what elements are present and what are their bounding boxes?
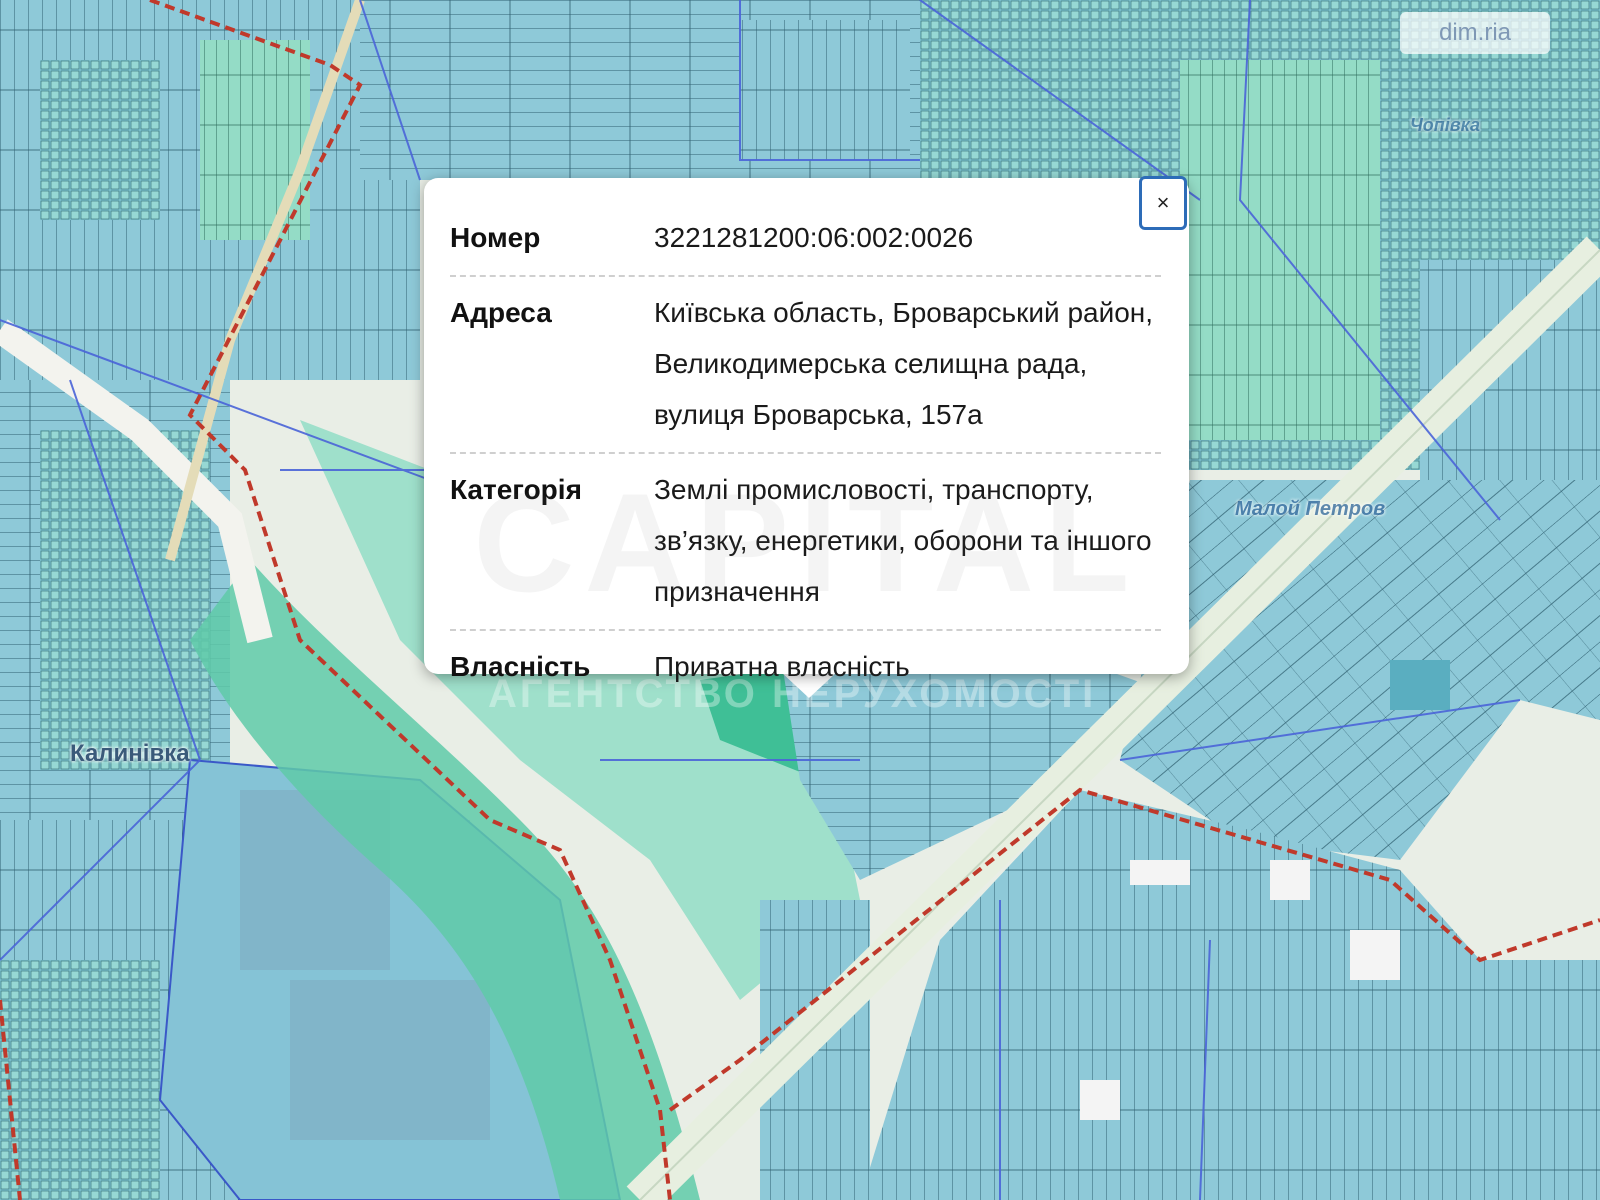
info-row-number: Номер 3221281200:06:002:0026 [450, 202, 1161, 277]
info-row-ownership: Власність Приватна власність [450, 631, 1161, 704]
parcel-info-popup: CAPITAL Номер 3221281200:06:002:0026 Адр… [424, 178, 1189, 682]
place-label-top-right: Чопівка [1410, 115, 1480, 135]
info-key-category: Категорія [450, 474, 582, 505]
info-key-ownership: Власність [450, 651, 591, 682]
info-row-address: Адреса Київська область, Броварський рай… [450, 277, 1161, 454]
info-value-ownership: Приватна власність [654, 651, 910, 682]
info-key-address: Адреса [450, 297, 552, 328]
parcel-block-north[interactable] [360, 0, 920, 180]
info-value-number: 3221281200:06:002:0026 [654, 222, 974, 253]
watermark-logo: dim.ria [1400, 12, 1550, 54]
close-button[interactable]: × [1139, 176, 1187, 230]
parcel-block-northwest[interactable] [0, 0, 420, 380]
place-label-malyi-petriv: Малой Петров [1235, 498, 1386, 520]
info-value-address: Київська область, Броварський район, Вел… [654, 297, 1154, 430]
place-label-kalynivka: Калинівка [70, 740, 190, 767]
info-row-category: Категорія Землі промисловості, транспорт… [450, 454, 1161, 631]
info-key-number: Номер [450, 222, 541, 253]
info-value-category: Землі промисловості, транспорту, зв’язку… [654, 474, 1152, 607]
